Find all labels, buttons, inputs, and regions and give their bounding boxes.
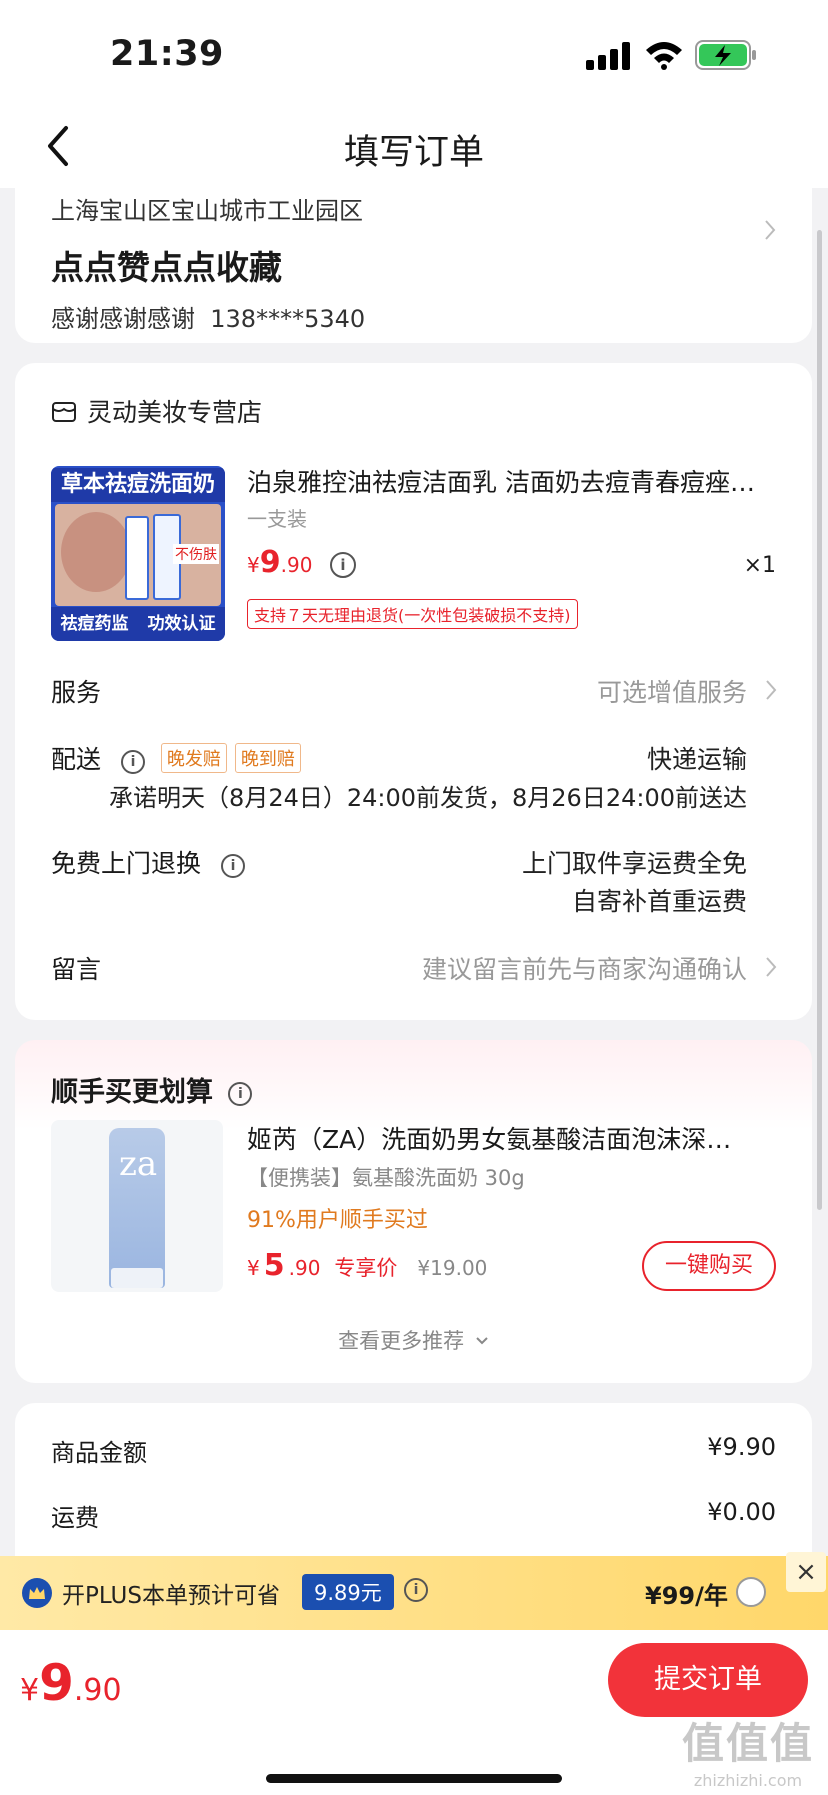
submit-order-button[interactable]: 提交订单: [608, 1643, 808, 1717]
free-return-line2: 自寄补首重运费: [571, 887, 747, 916]
recommend-sold-text: 91%用户顺手买过: [247, 1208, 428, 1233]
recommend-product-spec: 【便携装】氨基酸洗面奶 30g: [247, 1166, 525, 1190]
brand-logo: za: [119, 1144, 158, 1184]
total-price: ¥9.90: [20, 1654, 122, 1712]
note-label: 留言: [51, 955, 102, 984]
product-name[interactable]: 泊泉雅控油祛痘洁面乳 洁面奶去痘青春痘痤疮…: [247, 463, 772, 499]
recommend-price: ¥5.90 专享价 ¥19.00: [247, 1248, 488, 1283]
service-row[interactable]: 服务 可选增值服务: [51, 673, 777, 707]
plus-saving-amount: 9.89元: [302, 1574, 394, 1610]
goods-amount-label: 商品金额: [51, 1439, 147, 1467]
status-time: 21:39: [110, 34, 224, 74]
free-return-row: 免费上门退换 i 上门取件享运费全免 自寄补首重运费: [51, 844, 777, 920]
chevron-down-icon: [476, 1337, 488, 1345]
service-value: 可选增值服务: [596, 678, 747, 707]
late-arrival-tag: 晚到赔: [234, 743, 301, 773]
note-row[interactable]: 留言 建议留言前先与商家沟通确认: [51, 950, 777, 984]
address-region: 上海宝山区宝山城市工业园区: [51, 197, 363, 225]
plus-price: ¥99/年: [645, 1582, 728, 1610]
plus-promo-bar[interactable]: 开PLUS本单预计可省 9.89元 i ¥99/年 ×: [0, 1552, 828, 1630]
one-click-buy-button[interactable]: 一键购买: [642, 1241, 776, 1291]
cellular-signal-icon: [586, 42, 634, 70]
bottom-bar: ¥9.90 提交订单 值值值 zhizhizhi.com: [0, 1630, 828, 1795]
plus-promo-text: 开PLUS本单预计可省: [62, 1583, 280, 1609]
address-detail: 点点赞点点收藏: [51, 248, 282, 287]
store-icon: [52, 402, 76, 422]
return-info-icon[interactable]: i: [220, 854, 245, 878]
shipping-row: 运费 ¥0.00: [51, 1498, 776, 1533]
more-recommend-link[interactable]: 查看更多推荐: [15, 1325, 812, 1355]
crown-icon: [22, 1578, 52, 1608]
recommend-product-name[interactable]: 姬芮（ZA）洗面奶男女氨基酸洁面泡沫深…: [247, 1120, 777, 1156]
address-contact: 感谢感谢感谢 138****5340: [51, 299, 365, 334]
plus-select-radio[interactable]: [736, 1577, 766, 1607]
delivery-method: 快递运输: [646, 745, 747, 774]
goods-amount-row: 商品金额 ¥9.90: [51, 1433, 776, 1468]
delivery-label: 配送: [51, 745, 102, 774]
delivery-row: 配送 i 晚发赔 晚到赔 快递运输 承诺明天（8月24日）24:00前发货，8月2…: [51, 740, 777, 816]
product-price: ¥9.90: [247, 545, 313, 580]
free-return-label: 免费上门退换: [51, 849, 202, 878]
product-image-tag: 不伤肤: [173, 544, 219, 564]
shipping-label: 运费: [51, 1504, 99, 1532]
product-image-title: 草本祛痘洗面奶: [51, 468, 225, 502]
delivery-info-icon[interactable]: i: [120, 750, 145, 774]
contact-name: 感谢感谢感谢: [51, 305, 195, 333]
price-info-icon[interactable]: i: [330, 552, 356, 578]
battery-icon: [695, 40, 756, 70]
delivery-promise: 承诺明天（8月24日）24:00前发货，8月26日24:00前送达: [109, 784, 747, 812]
chevron-right-icon: [765, 956, 777, 978]
address-card[interactable]: 上海宝山区宝山城市工业园区 点点赞点点收藏 感谢感谢感谢 138****5340: [15, 175, 812, 343]
scrollbar[interactable]: [817, 230, 822, 1210]
chevron-right-icon: [764, 219, 776, 241]
wifi-icon: [646, 42, 682, 70]
product-image-label-left: 祛痘药监: [60, 614, 129, 634]
free-return-line1: 上门取件享运费全免: [521, 849, 747, 878]
page-title: 填写订单: [343, 133, 484, 173]
watermark: 值值值 zhizhizhi.com: [681, 1719, 814, 1790]
recommend-info-icon[interactable]: i: [228, 1082, 253, 1106]
shipping-value: ¥0.00: [707, 1498, 776, 1526]
recommend-title: 顺手买更划算 i: [51, 1070, 253, 1109]
product-quantity: ×1: [743, 553, 776, 578]
close-icon[interactable]: ×: [786, 1552, 826, 1592]
late-ship-tag: 晚发赔: [160, 743, 227, 773]
product-spec[interactable]: 一支装: [247, 503, 307, 532]
service-label: 服务: [51, 678, 102, 707]
chevron-right-icon: [765, 679, 777, 701]
contact-phone: 138****5340: [210, 305, 366, 333]
shop-header[interactable]: 灵动美妆专营店: [51, 393, 262, 429]
original-price: ¥19.00: [417, 1256, 488, 1280]
return-policy-badge: 支持７天无理由退货(一次性包装破损不支持): [247, 599, 578, 629]
exclusive-price-label: 专享价: [334, 1256, 398, 1280]
goods-amount-value: ¥9.90: [707, 1433, 776, 1461]
recommend-card: 顺手买更划算 i za 姬芮（ZA）洗面奶男女氨基酸洁面泡沫深… 【便携装】氨基…: [15, 1040, 812, 1383]
note-placeholder[interactable]: 建议留言前先与商家沟通确认: [422, 950, 747, 986]
product-image[interactable]: 草本祛痘洗面奶 不伤肤 祛痘药监 功效认证: [51, 466, 225, 641]
product-image-label-right: 功效认证: [147, 614, 216, 634]
shop-name: 灵动美妆专营店: [87, 398, 263, 427]
header: 21:39 填写订单: [0, 0, 828, 188]
plus-info-icon[interactable]: i: [404, 1578, 428, 1602]
home-indicator[interactable]: [266, 1774, 562, 1783]
recommend-product-image[interactable]: za: [51, 1120, 223, 1292]
